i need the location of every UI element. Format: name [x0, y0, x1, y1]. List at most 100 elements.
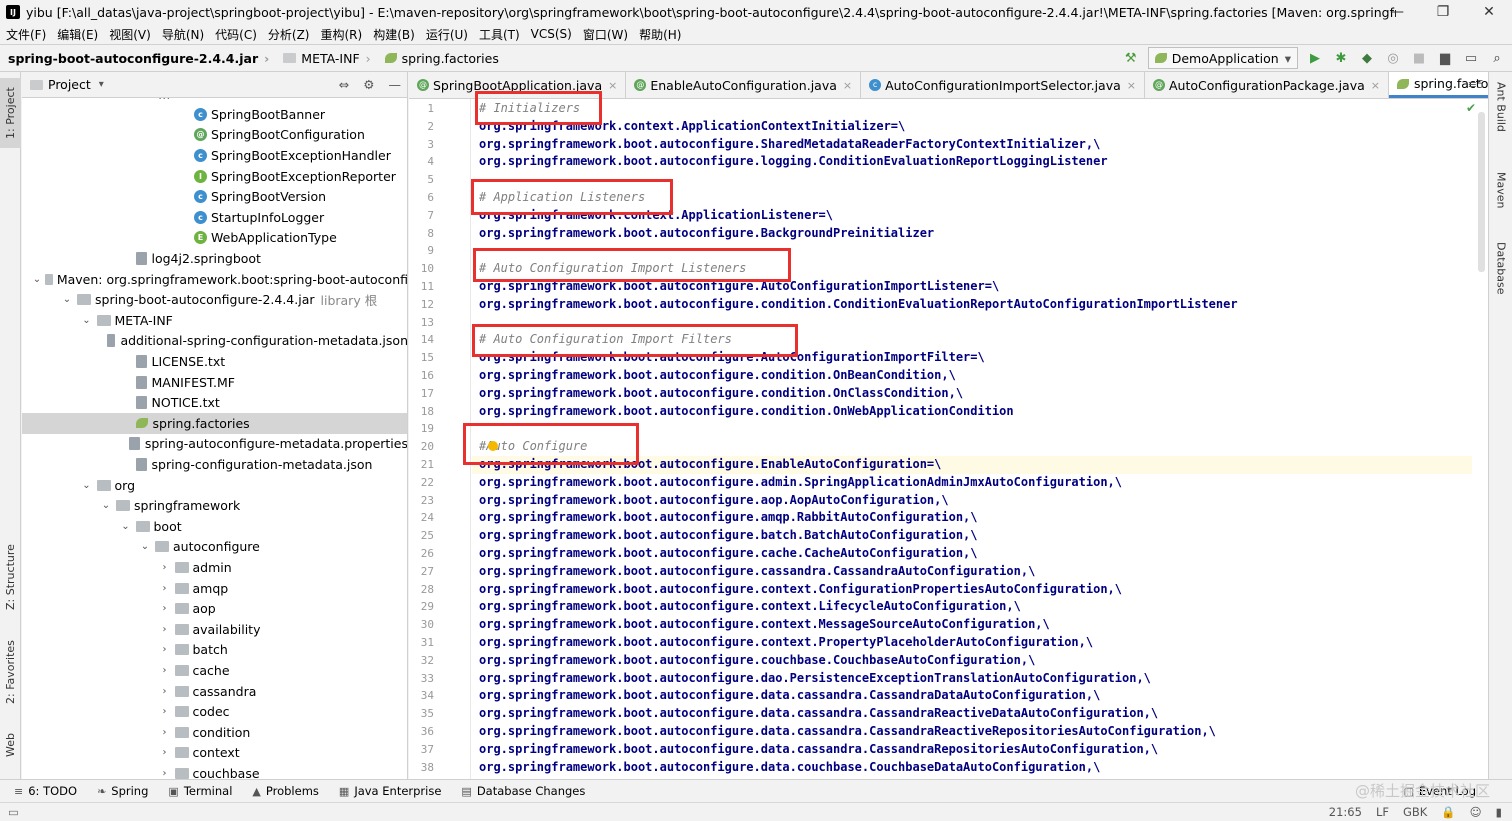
menu-item[interactable]: 代码(C) — [215, 26, 257, 43]
vertical-scrollbar[interactable] — [1478, 112, 1485, 272]
menu-item[interactable]: VCS(S) — [531, 27, 572, 41]
menu-item[interactable]: 工具(T) — [479, 26, 520, 43]
tool-window-button[interactable]: ≡ 6: TODO — [14, 784, 77, 798]
collapse-all-icon[interactable]: ⇔ — [339, 77, 349, 92]
collapse-arrow-icon[interactable]: › — [159, 624, 171, 635]
build-hammer-icon[interactable]: ⚒ — [1122, 49, 1140, 67]
profiler-icon[interactable]: ◎ — [1384, 49, 1402, 67]
hide-panel-icon[interactable]: — — [389, 77, 402, 92]
maven-tool-tab[interactable]: Maven — [1491, 172, 1511, 232]
tree-row[interactable]: ⌄ Maven: org.springframework.boot:spring-… — [22, 269, 407, 290]
menu-item[interactable]: 重构(R) — [321, 26, 363, 43]
inspector-icon[interactable]: ☺ — [1470, 805, 1482, 819]
tree-row[interactable]: ⌄ org — [22, 475, 407, 496]
collapse-arrow-icon[interactable]: › — [159, 562, 171, 573]
tree-row[interactable]: c SpringBootExceptionHandler — [22, 145, 407, 166]
expand-arrow-icon[interactable]: ⌄ — [33, 274, 41, 285]
tree-row[interactable]: spring.factories — [22, 413, 407, 434]
expand-arrow-icon[interactable]: ⌄ — [120, 521, 132, 532]
minimize-button[interactable]: — — [1374, 0, 1420, 24]
menu-item[interactable]: 运行(U) — [426, 26, 468, 43]
web-tool-tab[interactable]: Web — [0, 722, 21, 768]
menu-item[interactable]: 分析(Z) — [268, 26, 310, 43]
editor-tab[interactable]: @ AutoConfigurationPackage.java × — [1145, 72, 1389, 98]
search-icon[interactable]: ⌕ — [1488, 49, 1506, 67]
tool-window-button[interactable]: ▤ Database Changes — [461, 784, 585, 798]
tree-row[interactable]: ⌄ autoconfigure — [22, 537, 407, 558]
close-tab-icon[interactable]: × — [608, 79, 617, 92]
tree-row[interactable]: I SpringBootExceptionReporter — [22, 166, 407, 187]
tree-row[interactable]: ⌄ boot — [22, 516, 407, 537]
collapse-arrow-icon[interactable]: › — [159, 665, 171, 676]
tab-list-more[interactable]: ≡5 — [1468, 78, 1484, 91]
tree-row[interactable]: c StartupInfoLogger — [22, 207, 407, 228]
tree-row[interactable]: LICENSE.txt — [22, 351, 407, 372]
tree-row[interactable]: ⌄ spring-boot-autoconfigure-2.4.4.jar libr… — [22, 289, 407, 310]
database-tool-tab[interactable]: Database — [1491, 242, 1511, 312]
close-button[interactable]: ✕ — [1466, 0, 1512, 24]
editor-tab[interactable]: c AutoConfigurationImportSelector.java × — [861, 72, 1145, 98]
expand-arrow-icon[interactable]: ⌄ — [81, 315, 93, 326]
tool-window-button[interactable]: ▣ Terminal — [168, 784, 232, 798]
project-structure-icon[interactable]: ▆ — [1436, 49, 1454, 67]
collapse-arrow-icon[interactable]: › — [159, 583, 171, 594]
menu-item[interactable]: 视图(V) — [109, 26, 151, 43]
tool-window-button[interactable]: ▲ Problems — [252, 784, 318, 798]
breadcrumb-file[interactable]: spring.factories — [384, 51, 499, 66]
debug-bug-icon[interactable]: ✱ — [1332, 49, 1350, 67]
run-icon[interactable]: ▶ — [1306, 49, 1324, 67]
favorites-tool-tab[interactable]: 2: Favorites — [0, 632, 21, 712]
tree-row[interactable]: › couchbase — [22, 763, 407, 779]
tree-row[interactable]: log4j2.springboot — [22, 248, 407, 269]
menu-item[interactable]: 编辑(E) — [57, 26, 98, 43]
collapse-arrow-icon[interactable]: › — [159, 727, 171, 738]
collapse-arrow-icon[interactable]: › — [159, 686, 171, 697]
tree-row[interactable]: › batch — [22, 640, 407, 661]
tree-row[interactable]: › admin — [22, 557, 407, 578]
tree-row[interactable]: › aop — [22, 598, 407, 619]
coverage-icon[interactable]: ◆ — [1358, 49, 1376, 67]
tool-window-button[interactable]: ❧ Spring — [97, 784, 148, 798]
ant-build-tool-tab[interactable]: Ant Build — [1491, 82, 1511, 162]
tree-row[interactable]: › cassandra — [22, 681, 407, 702]
tree-row[interactable]: ⌄ springframework — [22, 495, 407, 516]
expand-arrow-icon[interactable]: ⌄ — [81, 480, 93, 491]
tree-row[interactable]: ⌄ META-INF — [22, 310, 407, 331]
tree-row[interactable]: c SpringBootVersion — [22, 186, 407, 207]
project-tool-tab[interactable]: 1: Project — [0, 78, 21, 148]
close-tab-icon[interactable]: × — [843, 79, 852, 92]
breadcrumb-jar[interactable]: spring-boot-autoconfigure-2.4.4.jar › — [8, 51, 275, 66]
editor-tab[interactable]: @ EnableAutoConfiguration.java × — [626, 72, 862, 98]
tree-row[interactable]: MANIFEST.MF — [22, 372, 407, 393]
tree-row[interactable]: › cache — [22, 660, 407, 681]
tree-row[interactable]: additional-spring-configuration-metadata… — [22, 331, 407, 352]
tree-row[interactable]: › codec — [22, 701, 407, 722]
line-separator[interactable]: LF — [1376, 805, 1389, 819]
close-tab-icon[interactable]: × — [1371, 79, 1380, 92]
stop-icon[interactable]: ■ — [1410, 49, 1428, 67]
tree-row[interactable]: › amqp — [22, 578, 407, 599]
collapse-arrow-icon[interactable]: › — [159, 747, 171, 758]
expand-arrow-icon[interactable]: ⌄ — [61, 294, 73, 305]
tree-row[interactable]: › context — [22, 743, 407, 764]
tree-row[interactable]: NOTICE.txt — [22, 392, 407, 413]
menu-item[interactable]: 导航(N) — [162, 26, 204, 43]
menu-item[interactable]: 窗口(W) — [583, 26, 628, 43]
gear-icon[interactable]: ⚙ — [363, 77, 374, 92]
breadcrumb-folder[interactable]: META-INF › — [283, 51, 376, 66]
structure-tool-tab[interactable]: Z: Structure — [0, 532, 21, 622]
lightbulb-icon[interactable] — [488, 441, 498, 451]
caret-position[interactable]: 21:65 — [1329, 805, 1362, 819]
project-panel-title[interactable]: Project — [48, 77, 91, 92]
tool-window-toggle-icon[interactable]: ▭ — [8, 805, 19, 819]
collapse-arrow-icon[interactable]: › — [159, 603, 171, 614]
tree-row[interactable]: E WebApplicationType — [22, 228, 407, 249]
run-configuration-select[interactable]: DemoApplication ▾ — [1147, 47, 1298, 69]
tree-row[interactable]: @ SpringBootConfiguration — [22, 125, 407, 146]
tree-row[interactable]: › condition — [22, 722, 407, 743]
window-layout-icon[interactable]: ▭ — [1462, 49, 1480, 67]
collapse-arrow-icon[interactable]: › — [159, 644, 171, 655]
tree-row[interactable]: spring-configuration-metadata.json — [22, 454, 407, 475]
tree-row[interactable]: spring-autoconfigure-metadata.properties — [22, 434, 407, 455]
memory-indicator-icon[interactable]: ▮ — [1496, 805, 1502, 819]
